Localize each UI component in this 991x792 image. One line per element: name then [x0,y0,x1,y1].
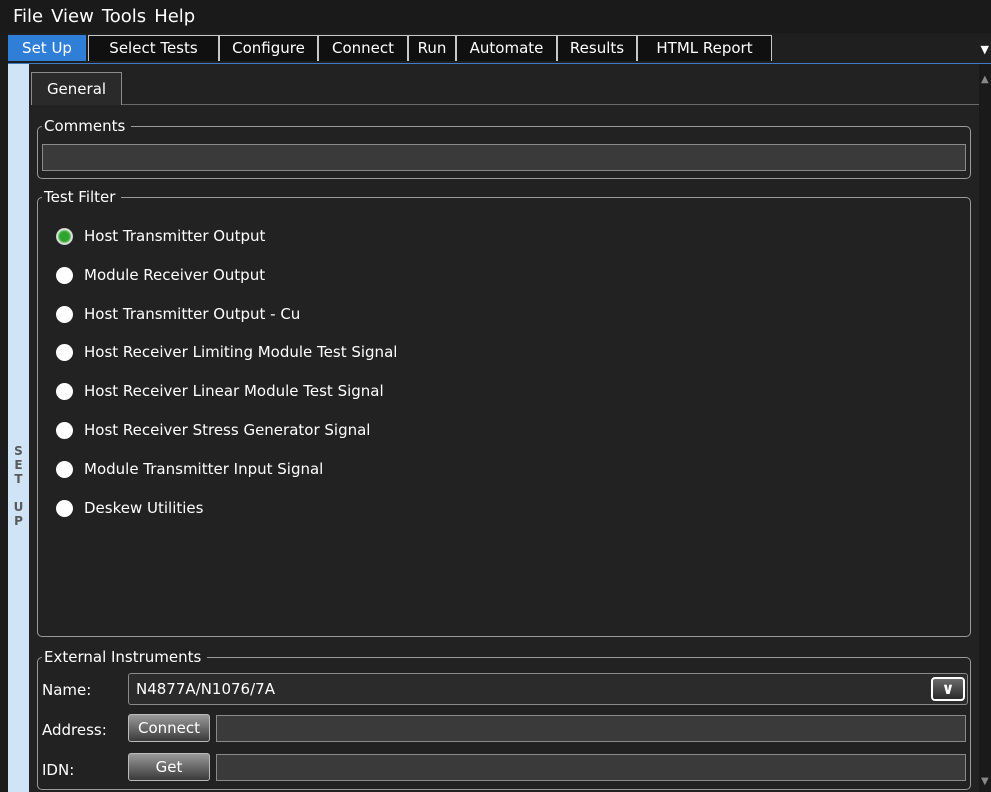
radio-label: Host Transmitter Output - Cu [84,305,301,323]
chevron-down-icon[interactable]: ∨ [931,677,965,701]
menu-file[interactable]: File [0,0,47,33]
caret-down-icon[interactable]: ▼ [981,43,989,56]
radio-module-transmitter-input[interactable]: Module Transmitter Input Signal [56,460,323,478]
menu-help[interactable]: Help [150,0,199,33]
sidebar-vertical-label: SETUP [13,444,24,528]
radio-host-receiver-limiting[interactable]: Host Receiver Limiting Module Test Signa… [56,343,397,361]
instrument-name-value: N4877A/N1076/7A [136,680,275,698]
connect-button[interactable]: Connect [128,714,210,742]
radio-host-transmitter-output[interactable]: Host Transmitter Output [56,227,265,245]
radio-label: Module Transmitter Input Signal [84,460,324,478]
arrow-up-icon[interactable]: ▲ [981,74,989,85]
tab-general[interactable]: General [31,72,122,105]
vertical-scrollbar[interactable]: ▲ ▼ [979,64,991,792]
external-instruments-legend: External Instruments [42,646,208,668]
radio-label: Host Receiver Linear Module Test Signal [84,382,384,400]
name-label: Name: [42,681,92,699]
address-input[interactable] [216,715,966,742]
tab-run[interactable]: Run [408,35,456,61]
radio-host-transmitter-output-cu[interactable]: Host Transmitter Output - Cu [56,305,300,323]
radio-unchecked-icon [56,421,73,439]
tab-set-up[interactable]: Set Up [8,35,86,61]
setup-sidebar: SETUP [8,64,29,792]
tab-automate[interactable]: Automate [456,35,557,61]
address-label: Address: [42,721,107,739]
test-filter-legend: Test Filter [42,186,122,208]
main-panel: General Comments Test Filter Host Transm… [29,64,979,792]
subtab-divider [122,104,979,105]
external-instruments-group: External Instruments Name: N4877A/N1076/… [37,646,971,790]
radio-unchecked-icon [56,382,73,400]
menu-bar: File View Tools Help [0,0,991,33]
tab-select-tests[interactable]: Select Tests [88,35,219,61]
tab-results[interactable]: Results [557,35,637,61]
test-filter-group: Test Filter Host Transmitter Output Modu… [37,186,971,637]
radio-module-receiver-output[interactable]: Module Receiver Output [56,266,265,284]
idn-input[interactable] [216,754,966,781]
tab-html-report[interactable]: HTML Report [637,35,772,61]
comments-legend: Comments [42,115,132,137]
radio-checked-icon [56,227,73,245]
menu-view[interactable]: View [47,0,98,33]
arrow-down-icon[interactable]: ▼ [981,776,989,787]
comments-input[interactable] [42,144,966,171]
tab-connect[interactable]: Connect [318,35,408,61]
radio-label: Deskew Utilities [84,499,204,517]
radio-label: Host Receiver Limiting Module Test Signa… [84,343,398,361]
radio-host-receiver-linear[interactable]: Host Receiver Linear Module Test Signal [56,382,384,400]
radio-unchecked-icon [56,305,73,323]
instrument-name-select[interactable]: N4877A/N1076/7A ∨ [128,673,968,705]
tab-configure[interactable]: Configure [219,35,318,61]
comments-group: Comments [37,115,971,179]
get-button[interactable]: Get [128,753,210,781]
radio-unchecked-icon [56,460,73,478]
radio-label: Host Transmitter Output [84,227,266,245]
radio-label: Module Receiver Output [84,266,266,284]
radio-label: Host Receiver Stress Generator Signal [84,421,371,439]
radio-unchecked-icon [56,343,73,361]
radio-unchecked-icon [56,266,73,284]
main-tab-strip: Set Up Select Tests Configure Connect Ru… [8,33,991,65]
menu-tools[interactable]: Tools [98,0,150,33]
radio-unchecked-icon [56,499,73,517]
idn-label: IDN: [42,761,75,779]
radio-deskew-utilities[interactable]: Deskew Utilities [56,499,203,517]
radio-host-receiver-stress[interactable]: Host Receiver Stress Generator Signal [56,421,370,439]
